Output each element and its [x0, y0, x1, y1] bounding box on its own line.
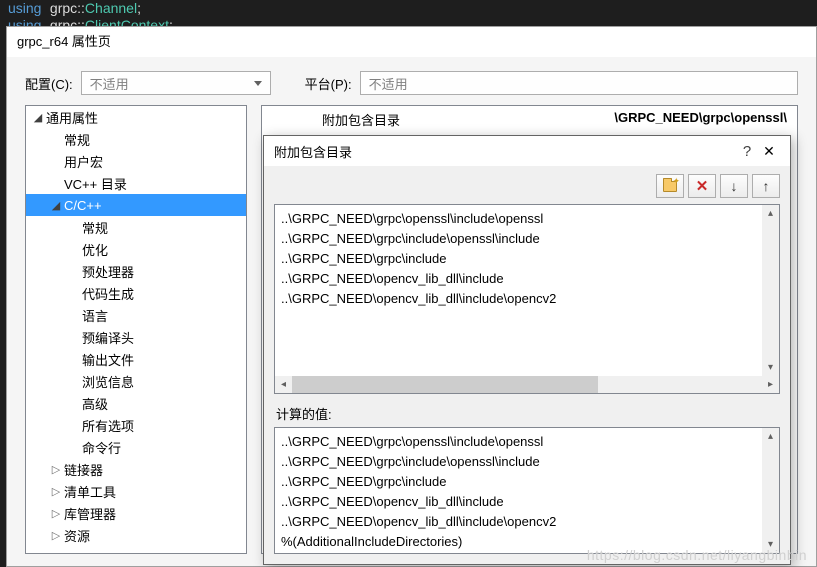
- tree-item-label: 语言: [82, 306, 108, 325]
- x-icon: ✕: [696, 179, 709, 194]
- tree-item-label: 资源: [64, 526, 90, 545]
- tree-item-label: 浏览信息: [82, 372, 134, 391]
- platform-label: 平台(P):: [305, 74, 352, 93]
- tree-item-label: 常规: [82, 218, 108, 237]
- expand-icon[interactable]: ▷: [50, 507, 62, 520]
- move-down-button[interactable]: ↓: [720, 174, 748, 198]
- tree-item-label: C/C++: [64, 198, 102, 213]
- tree-item[interactable]: 预编译头: [26, 326, 246, 348]
- tree-item-label: 所有选项: [82, 416, 134, 435]
- tree-item[interactable]: 常规: [26, 128, 246, 150]
- tree-item[interactable]: 预处理器: [26, 260, 246, 282]
- help-button[interactable]: ?: [736, 143, 758, 160]
- tree-item-label: 链接器: [64, 460, 103, 479]
- platform-value: 不适用: [369, 74, 408, 93]
- tree-item[interactable]: ▷资源: [26, 524, 246, 546]
- tree-item[interactable]: 浏览信息: [26, 370, 246, 392]
- window-title: grpc_r64 属性页: [7, 27, 816, 57]
- tree-item-label: VC++ 目录: [64, 174, 127, 193]
- tree-item-label: 输出文件: [82, 350, 134, 369]
- config-combo[interactable]: 不适用: [81, 71, 271, 95]
- tree-item-label: 命令行: [82, 438, 121, 457]
- horizontal-scrollbar[interactable]: ◂▸: [275, 376, 779, 393]
- config-label: 配置(C):: [25, 74, 73, 93]
- tree-item-label: 通用属性: [46, 108, 98, 127]
- tree-item[interactable]: 输出文件: [26, 348, 246, 370]
- scroll-down-icon[interactable]: ▾: [762, 359, 779, 376]
- tree-panel[interactable]: ◢通用属性常规用户宏VC++ 目录◢C/C++常规优化预处理器代码生成语言预编译…: [25, 105, 247, 554]
- tree-item[interactable]: 命令行: [26, 436, 246, 458]
- paths-edit-box[interactable]: ..\GRPC_NEED\grpc\openssl\include\openss…: [274, 204, 780, 394]
- folder-icon: ✦: [663, 181, 677, 192]
- tree-item[interactable]: ◢通用属性: [26, 106, 246, 128]
- tree-item[interactable]: 所有选项: [26, 414, 246, 436]
- additional-include-dirs-dialog: 附加包含目录 ? ✕ ✦ ✕ ↓ ↑ ..\GRPC_NEED\grpc\ope…: [263, 135, 791, 565]
- tree-item-label: 预编译头: [82, 328, 134, 347]
- tree-item-label: 常规: [64, 130, 90, 149]
- expand-icon[interactable]: ▷: [50, 485, 62, 498]
- scroll-up-icon[interactable]: ▴: [762, 205, 779, 222]
- tree-item-label: 预处理器: [82, 262, 134, 281]
- tree-item-label: 用户宏: [64, 152, 103, 171]
- scroll-up-icon[interactable]: ▴: [762, 428, 779, 445]
- close-button[interactable]: ✕: [758, 143, 780, 160]
- tree-item[interactable]: 优化: [26, 238, 246, 260]
- dialog-titlebar: 附加包含目录 ? ✕: [264, 136, 790, 166]
- prop-value: \GRPC_NEED\grpc\openssl\: [614, 110, 787, 129]
- calculated-label: 计算的值:: [276, 404, 778, 423]
- tree-item[interactable]: 代码生成: [26, 282, 246, 304]
- scroll-thumb[interactable]: [292, 376, 598, 393]
- editor-background: using grpc::Channel; using grpc::ClientC…: [0, 0, 817, 26]
- chevron-down-icon: [254, 81, 262, 86]
- expand-icon[interactable]: ▷: [50, 463, 62, 476]
- new-folder-button[interactable]: ✦: [656, 174, 684, 198]
- collapse-icon[interactable]: ◢: [50, 199, 62, 212]
- calculated-values-box: ..\GRPC_NEED\grpc\openssl\include\openss…: [274, 427, 780, 554]
- tree-item[interactable]: 语言: [26, 304, 246, 326]
- prop-name: 附加包含目录: [322, 110, 400, 129]
- arrow-up-icon: ↑: [763, 179, 770, 193]
- platform-combo[interactable]: 不适用: [360, 71, 798, 95]
- tree-item[interactable]: 高级: [26, 392, 246, 414]
- scroll-right-icon[interactable]: ▸: [762, 376, 779, 393]
- tree-item-label: 库管理器: [64, 504, 116, 523]
- scroll-down-icon[interactable]: ▾: [762, 536, 779, 553]
- tree-item[interactable]: VC++ 目录: [26, 172, 246, 194]
- tree-item[interactable]: 常规: [26, 216, 246, 238]
- scroll-left-icon[interactable]: ◂: [275, 376, 292, 393]
- dialog-title: 附加包含目录: [274, 142, 352, 161]
- tree-item[interactable]: ▷清单工具: [26, 480, 246, 502]
- calculated-text: ..\GRPC_NEED\grpc\openssl\include\openss…: [275, 428, 779, 554]
- arrow-down-icon: ↓: [731, 179, 738, 193]
- tree-item[interactable]: ▷链接器: [26, 458, 246, 480]
- tree-item-label: 代码生成: [82, 284, 134, 303]
- tree-item-label: 清单工具: [64, 482, 116, 501]
- vertical-scrollbar[interactable]: ▴▾: [762, 205, 779, 376]
- tree-item[interactable]: 用户宏: [26, 150, 246, 172]
- config-value: 不适用: [90, 74, 129, 93]
- tree-item[interactable]: ◢C/C++: [26, 194, 246, 216]
- collapse-icon[interactable]: ◢: [32, 111, 44, 124]
- dialog-toolbar: ✦ ✕ ↓ ↑: [264, 166, 790, 204]
- expand-icon[interactable]: ▷: [50, 529, 62, 542]
- delete-button[interactable]: ✕: [688, 174, 716, 198]
- paths-text[interactable]: ..\GRPC_NEED\grpc\openssl\include\openss…: [275, 205, 779, 376]
- move-up-button[interactable]: ↑: [752, 174, 780, 198]
- tree-item-label: 高级: [82, 394, 108, 413]
- tree-item-label: 优化: [82, 240, 108, 259]
- vertical-scrollbar[interactable]: ▴▾: [762, 428, 779, 553]
- property-row-peek: 附加包含目录 \GRPC_NEED\grpc\openssl\: [322, 110, 787, 129]
- config-row: 配置(C): 不适用 平台(P): 不适用: [7, 57, 816, 105]
- tree-item[interactable]: ▷库管理器: [26, 502, 246, 524]
